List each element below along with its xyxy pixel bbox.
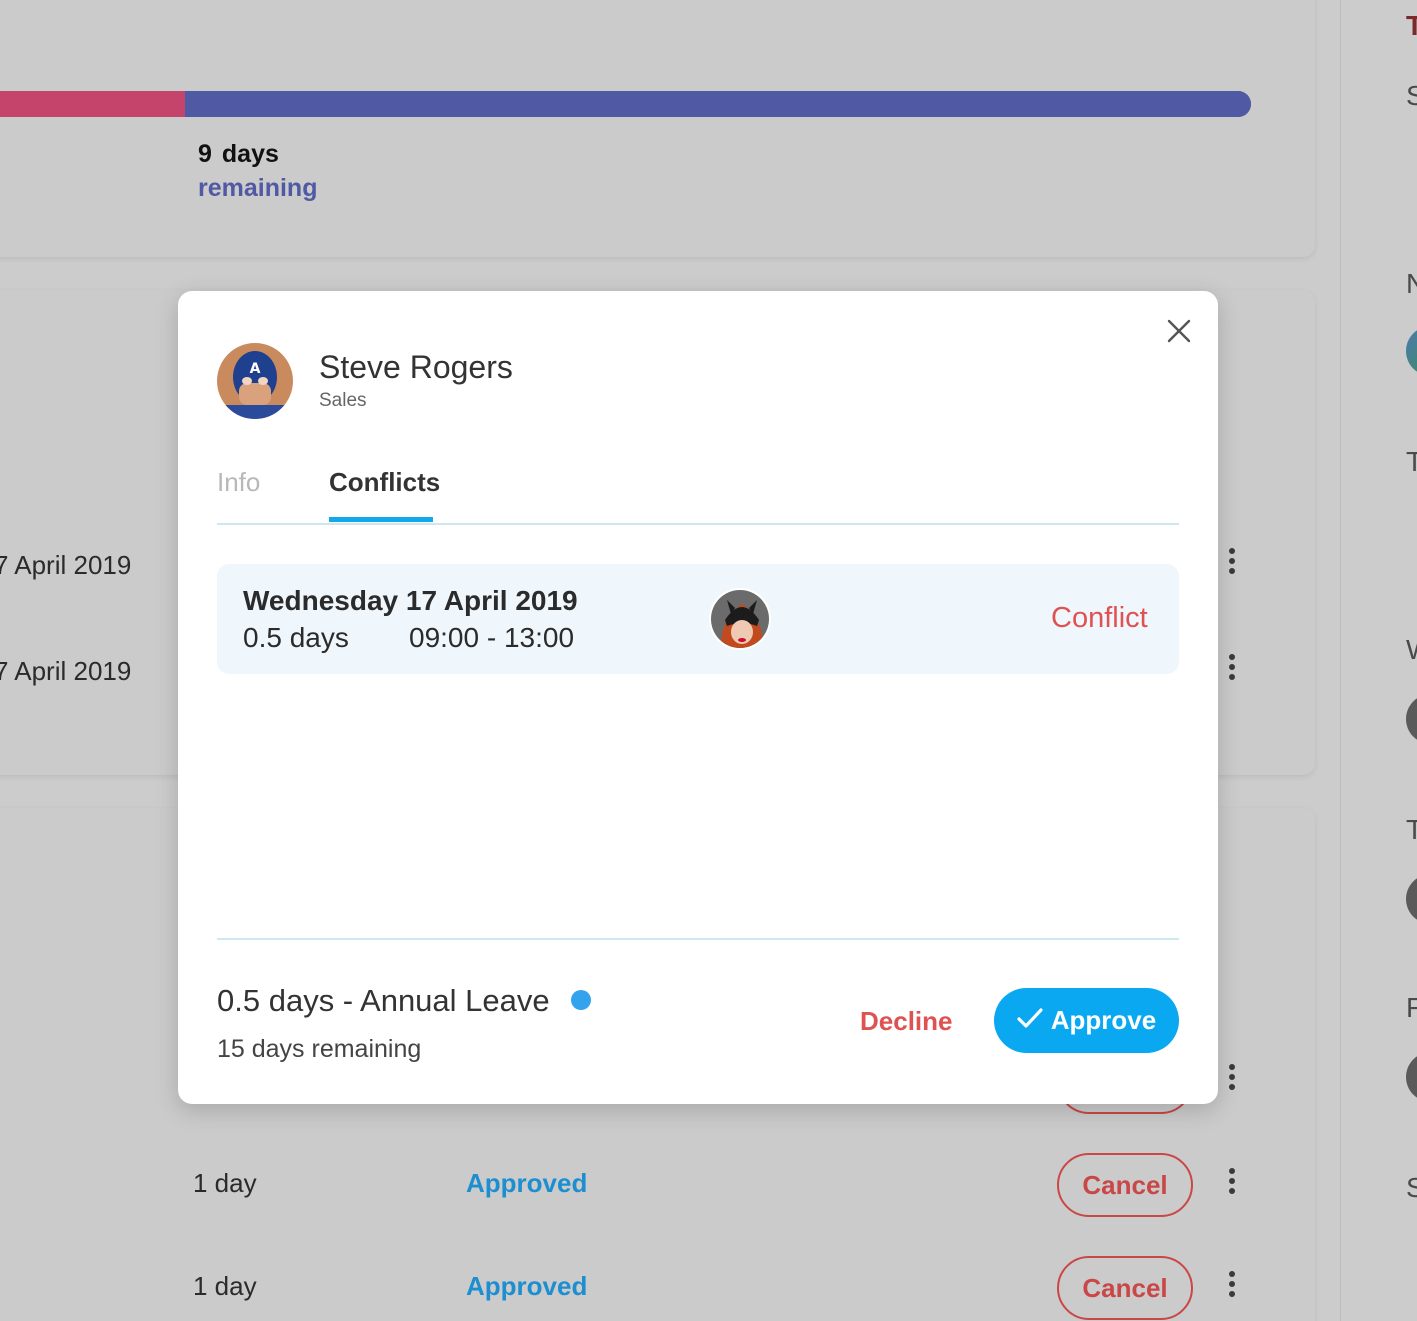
sidebar-avatar[interactable] bbox=[1406, 694, 1417, 744]
history-row-status: Approved bbox=[466, 1168, 588, 1198]
leave-request-modal: A Steve Rogers Sales Info Conflicts Wedn… bbox=[178, 291, 1218, 1104]
sidebar-text: N bbox=[1406, 268, 1417, 299]
sidebar-text: S bbox=[1406, 80, 1417, 111]
more-options-icon[interactable] bbox=[1226, 654, 1238, 680]
conflict-item: Wednesday 17 April 2019 0.5 days 09:00 -… bbox=[217, 564, 1179, 674]
sidebar-avatar[interactable] bbox=[1406, 874, 1417, 924]
conflicting-user-avatar[interactable] bbox=[709, 588, 771, 650]
allowance-progress-bar bbox=[0, 91, 1251, 117]
sidebar-text: W bbox=[1406, 634, 1417, 666]
conflict-time: 09:00 - 13:00 bbox=[409, 622, 575, 653]
cancel-button[interactable]: Cancel bbox=[1057, 1256, 1193, 1320]
sidebar-text: S bbox=[1406, 1172, 1417, 1203]
active-tab-indicator bbox=[329, 517, 433, 522]
user-department: Sales bbox=[319, 390, 367, 411]
sidebar-title: T bbox=[1406, 10, 1417, 41]
conflict-status: Conflict bbox=[1051, 602, 1148, 634]
decline-button[interactable]: Decline bbox=[860, 1006, 953, 1037]
remaining-label: remaining bbox=[198, 174, 318, 202]
history-row-days: 1 day bbox=[193, 1168, 257, 1198]
svg-text:A: A bbox=[250, 361, 261, 377]
cancel-button[interactable]: Cancel bbox=[1057, 1153, 1193, 1217]
sidebar-avatar[interactable] bbox=[1406, 326, 1417, 376]
leave-type-color-dot bbox=[571, 990, 591, 1010]
check-icon bbox=[1017, 1005, 1043, 1036]
allowance-card bbox=[0, 0, 1315, 257]
sidebar-text: T bbox=[1406, 814, 1417, 845]
more-options-icon[interactable] bbox=[1226, 1064, 1238, 1090]
allowance-used-segment bbox=[0, 91, 186, 117]
more-options-icon[interactable] bbox=[1226, 1168, 1238, 1194]
request-date: 7 April 2019 bbox=[0, 550, 132, 580]
conflict-date: Wednesday 17 April 2019 bbox=[243, 585, 578, 616]
close-icon[interactable] bbox=[1163, 315, 1195, 347]
tab-conflicts[interactable]: Conflicts bbox=[329, 467, 440, 498]
allowance-remaining-segment bbox=[185, 91, 1251, 117]
sidebar-text: F bbox=[1406, 992, 1417, 1023]
conflict-duration: 0.5 days bbox=[243, 622, 349, 653]
tab-info[interactable]: Info bbox=[217, 467, 260, 498]
user-avatar: A bbox=[217, 343, 293, 419]
leave-remaining: 15 days remaining bbox=[217, 1035, 422, 1063]
footer-divider bbox=[217, 938, 1179, 940]
request-date: 7 April 2019 bbox=[0, 656, 132, 686]
approve-label: Approve bbox=[1050, 1005, 1157, 1035]
approve-button[interactable]: Approve bbox=[994, 988, 1179, 1053]
history-row-status: Approved bbox=[466, 1271, 588, 1301]
modal-tabs: Info Conflicts bbox=[217, 463, 1179, 525]
history-row-days: 1 day bbox=[193, 1271, 257, 1301]
user-name: Steve Rogers bbox=[319, 349, 513, 385]
sidebar-divider bbox=[1340, 0, 1341, 1321]
leave-summary: 0.5 days - Annual Leave bbox=[217, 983, 550, 1018]
sidebar-text: T bbox=[1406, 446, 1417, 477]
sidebar-avatar[interactable] bbox=[1406, 1052, 1417, 1102]
more-options-icon[interactable] bbox=[1226, 1271, 1238, 1297]
days-remaining-count: 9 days bbox=[198, 140, 279, 168]
more-options-icon[interactable] bbox=[1226, 548, 1238, 574]
